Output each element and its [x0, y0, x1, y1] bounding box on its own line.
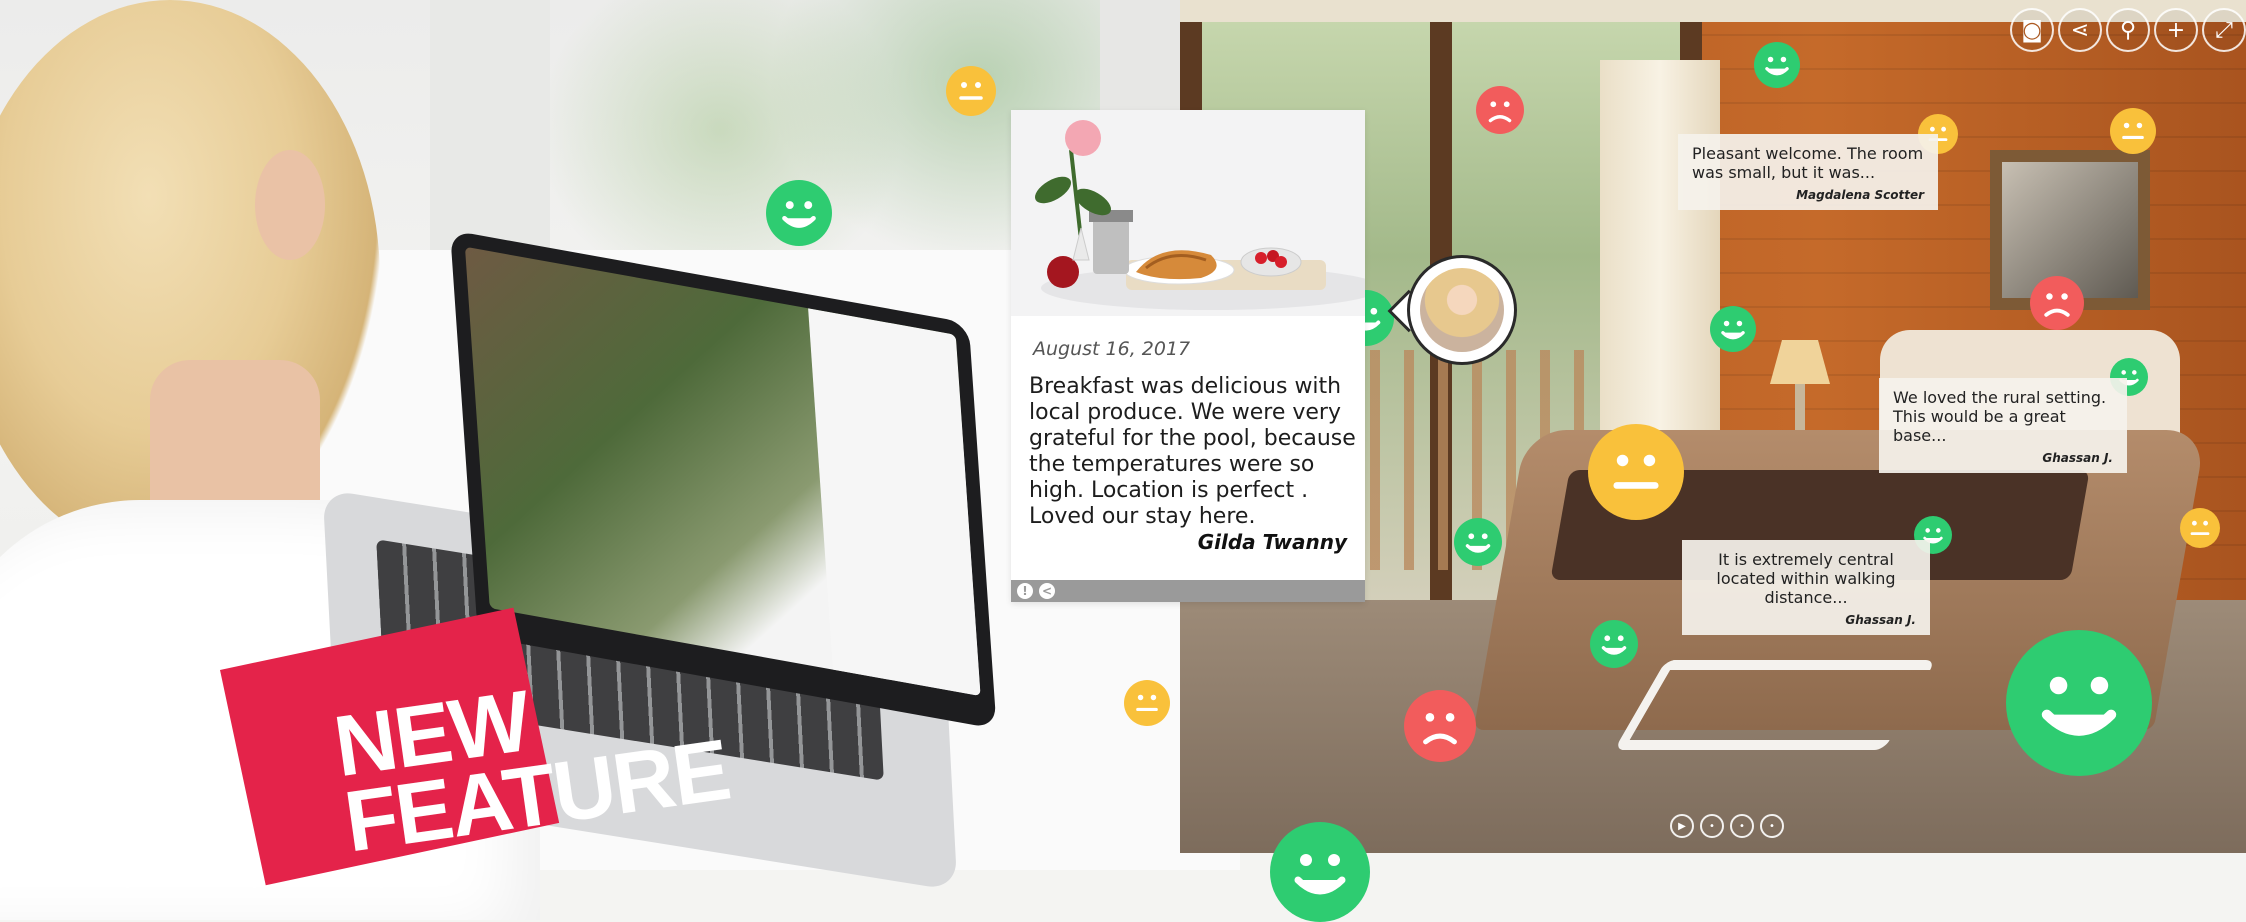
dot-icon[interactable]: • [1700, 814, 1724, 838]
laptop-side-panel [808, 308, 981, 697]
tooltip-text: Pleasant welcome. The room was small, bu… [1692, 144, 1924, 182]
slippers [1614, 660, 1936, 750]
window-frame [430, 0, 550, 260]
happy-face-icon[interactable] [1590, 620, 1638, 668]
review-text: Breakfast was delicious with local produ… [1029, 374, 1356, 529]
sad-face-icon[interactable] [2030, 276, 2084, 330]
woman-ear [255, 150, 325, 260]
map-pin-icon[interactable]: ⚲ [2106, 8, 2150, 52]
neutral-face-icon[interactable] [946, 66, 996, 116]
neutral-face-icon[interactable] [1124, 680, 1170, 726]
neutral-face-icon[interactable] [2180, 508, 2220, 548]
fullscreen-icon[interactable]: ⤢ [2202, 8, 2246, 52]
happy-face-icon[interactable] [766, 180, 832, 246]
tooltip-text: We loved the rural setting. This would b… [1893, 388, 2107, 445]
share-icon[interactable]: < [1039, 583, 1055, 599]
tooltip-text: It is extremely central located within w… [1716, 550, 1896, 607]
tooltip-author: Ghassan J. [1845, 613, 1916, 627]
review-tooltip[interactable]: Pleasant welcome. The room was small, bu… [1678, 134, 1938, 210]
review-tooltip[interactable]: We loved the rural setting. This would b… [1879, 378, 2127, 473]
dot-icon[interactable]: • [1760, 814, 1784, 838]
happy-face-icon[interactable] [2006, 630, 2152, 776]
happy-face-icon[interactable] [1454, 518, 1502, 566]
breakfast-illustration [1011, 110, 1365, 316]
neutral-face-icon[interactable] [2110, 108, 2156, 154]
card-footer: ! < [1011, 580, 1365, 602]
dot-icon[interactable]: • [1730, 814, 1754, 838]
review-tooltip[interactable]: It is extremely central located within w… [1682, 540, 1930, 635]
plus-icon[interactable]: + [2154, 8, 2198, 52]
happy-face-icon[interactable] [1270, 822, 1370, 922]
tooltip-author: Magdalena Scotter [1796, 188, 1924, 202]
share-icon[interactable]: ⋖ [2058, 8, 2102, 52]
happy-face-icon[interactable] [1754, 42, 1800, 88]
laptop-display [464, 246, 981, 697]
reviewer-avatar-bubble[interactable] [1391, 258, 1518, 368]
breakfast-image [1011, 110, 1365, 316]
vr-glasses-icon[interactable]: ◙ [2010, 8, 2054, 52]
report-icon[interactable]: ! [1017, 583, 1033, 599]
viewer-toolbar: ◙ ⋖ ⚲ + ⤢ [2010, 8, 2246, 52]
sad-face-icon[interactable] [1404, 690, 1476, 762]
review-card[interactable]: August 16, 2017 Breakfast was delicious … [1011, 110, 1365, 602]
review-date: August 16, 2017 [1033, 338, 1191, 360]
neutral-face-icon[interactable] [1588, 424, 1684, 520]
pager: ▶ • • • [1670, 814, 1784, 838]
review-author: Gilda Twanny [1197, 530, 1347, 554]
happy-face-icon[interactable] [1710, 306, 1756, 352]
tooltip-author: Ghassan J. [2042, 451, 2113, 465]
play-icon[interactable]: ▶ [1670, 814, 1694, 838]
sad-face-icon[interactable] [1476, 86, 1524, 134]
avatar [1420, 268, 1504, 352]
